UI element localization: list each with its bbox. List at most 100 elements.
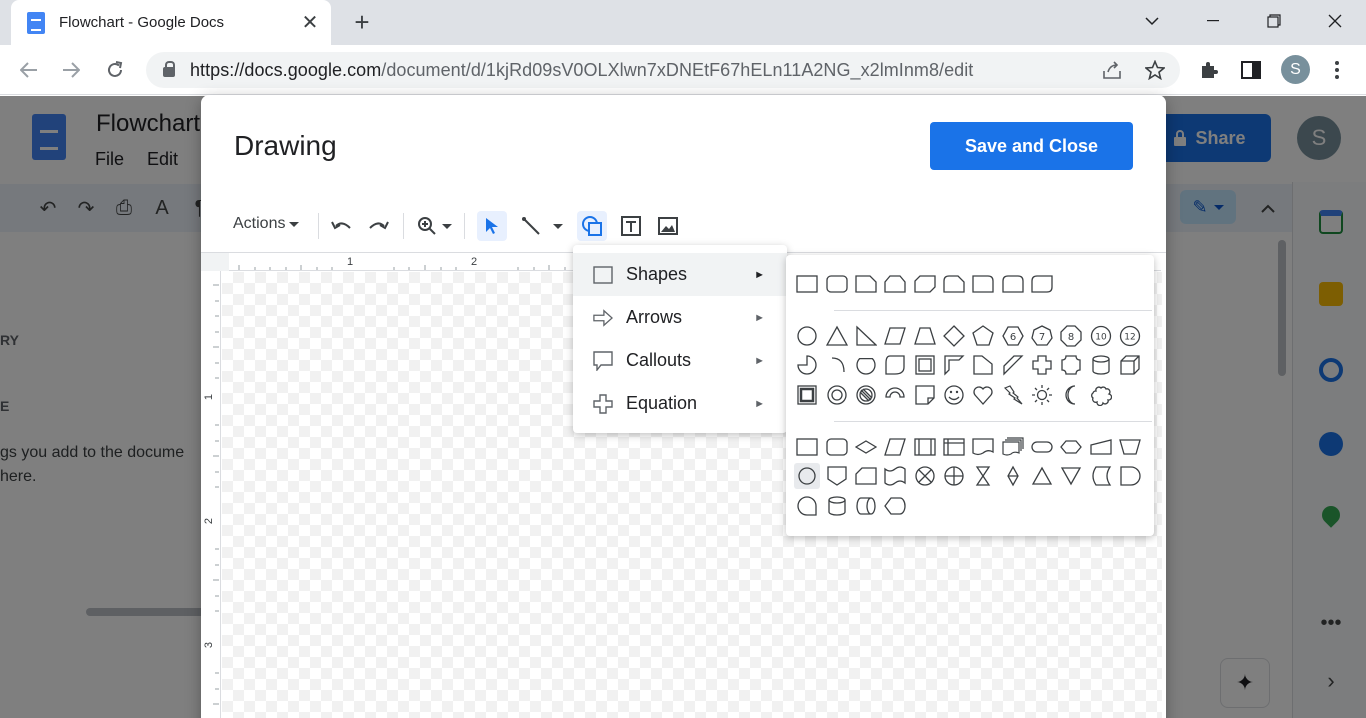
shape-half-frame-icon[interactable]: [941, 352, 967, 378]
shape-frame-icon[interactable]: [912, 352, 938, 378]
flowchart-internal-storage-icon[interactable]: [941, 434, 967, 460]
shape-smiley-face-icon[interactable]: [941, 382, 967, 408]
shape-round-single-corner-icon[interactable]: [970, 271, 996, 297]
shape-pie-icon[interactable]: [794, 352, 820, 378]
flowchart-merge-icon[interactable]: [1058, 463, 1084, 489]
shape-heart-icon[interactable]: [970, 382, 996, 408]
flowchart-preparation-icon[interactable]: [1058, 434, 1084, 460]
flowchart-alternate-process-icon[interactable]: [824, 434, 850, 460]
shape-decagon-icon[interactable]: 10: [1088, 323, 1114, 349]
minimize-icon[interactable]: [1190, 6, 1236, 36]
shape-heptagon-icon[interactable]: 7: [1029, 323, 1055, 349]
drawing-undo-icon[interactable]: [326, 211, 356, 241]
shape-diagonal-stripe-icon[interactable]: [1000, 352, 1026, 378]
shape-hexagon-icon[interactable]: 6: [1000, 323, 1026, 349]
flowchart-extract-icon[interactable]: [1029, 463, 1055, 489]
back-icon[interactable]: [14, 55, 44, 85]
shape-folded-corner-icon[interactable]: [912, 382, 938, 408]
shape-rounded-rectangle-icon[interactable]: [824, 271, 850, 297]
shape-cube-icon[interactable]: [1117, 352, 1143, 378]
shape-triangle-icon[interactable]: [824, 323, 850, 349]
line-tool-icon[interactable]: [516, 211, 546, 241]
drawing-redo-icon[interactable]: [364, 211, 394, 241]
flowchart-magnetic-disk-icon[interactable]: [824, 493, 850, 519]
shape-moon-icon[interactable]: [1058, 382, 1084, 408]
zoom-caret-icon[interactable]: [437, 211, 457, 241]
shape-snip-same-side-icon[interactable]: [882, 271, 908, 297]
new-tab-icon[interactable]: +: [348, 7, 376, 37]
flowchart-punched-tape-icon[interactable]: [882, 463, 908, 489]
reload-icon[interactable]: [100, 55, 130, 85]
shape-trapezoid-icon[interactable]: [912, 323, 938, 349]
flowchart-summing-junction-icon[interactable]: [912, 463, 938, 489]
shape-frame-round-icon[interactable]: [882, 352, 908, 378]
menu-item-shapes[interactable]: Shapes ►: [573, 253, 787, 296]
shape-chord-arc-icon[interactable]: [824, 352, 850, 378]
flowchart-decision-icon[interactable]: [853, 434, 879, 460]
shape-lightning-bolt-icon[interactable]: [1000, 382, 1026, 408]
text-box-tool-icon[interactable]: [616, 211, 646, 241]
flowchart-process-icon[interactable]: [794, 434, 820, 460]
shape-bevel-icon[interactable]: [794, 382, 820, 408]
shape-plaque-icon[interactable]: [1058, 352, 1084, 378]
flowchart-manual-operation-icon[interactable]: [1117, 434, 1143, 460]
shape-teardrop-icon[interactable]: [853, 352, 879, 378]
flowchart-direct-access-storage-icon[interactable]: [853, 493, 879, 519]
shape-tool-icon[interactable]: [577, 211, 607, 241]
flowchart-collate-icon[interactable]: [970, 463, 996, 489]
shape-block-arc-icon[interactable]: [882, 382, 908, 408]
flowchart-card-icon[interactable]: [853, 463, 879, 489]
flowchart-document-icon[interactable]: [970, 434, 996, 460]
flowchart-stored-data-icon[interactable]: [1088, 463, 1114, 489]
flowchart-sequential-access-storage-icon[interactable]: [794, 493, 820, 519]
chrome-profile-avatar[interactable]: S: [1281, 55, 1310, 84]
flowchart-multidocument-icon[interactable]: [1000, 434, 1026, 460]
menu-item-callouts[interactable]: Callouts ►: [573, 339, 787, 382]
shape-l-shape-icon[interactable]: [970, 352, 996, 378]
shape-snip-diagonal-icon[interactable]: [912, 271, 938, 297]
flowchart-predefined-process-icon[interactable]: [912, 434, 938, 460]
shape-round-diagonal-icon[interactable]: [1029, 271, 1055, 297]
menu-item-arrows[interactable]: Arrows ►: [573, 296, 787, 339]
line-caret-icon[interactable]: [548, 211, 568, 241]
actions-menu-button[interactable]: Actions: [233, 215, 300, 233]
tab-search-icon[interactable]: [1129, 6, 1175, 36]
close-window-icon[interactable]: [1312, 6, 1358, 36]
shape-round-same-side-icon[interactable]: [1000, 271, 1026, 297]
flowchart-or-icon[interactable]: [941, 463, 967, 489]
shape-pentagon-icon[interactable]: [970, 323, 996, 349]
shape-octagon-icon[interactable]: 8: [1058, 323, 1084, 349]
shape-can-icon[interactable]: [1088, 352, 1114, 378]
forward-icon[interactable]: [56, 55, 86, 85]
save-and-close-button[interactable]: Save and Close: [930, 122, 1133, 170]
shape-cross-icon[interactable]: [1029, 352, 1055, 378]
shape-rectangle-icon[interactable]: [794, 271, 820, 297]
shape-parallelogram-icon[interactable]: [882, 323, 908, 349]
lock-icon[interactable]: [163, 61, 175, 77]
shape-diamond-icon[interactable]: [941, 323, 967, 349]
shape-sun-icon[interactable]: [1029, 382, 1055, 408]
chrome-menu-icon[interactable]: [1322, 55, 1352, 85]
extensions-puzzle-icon[interactable]: [1194, 55, 1224, 85]
flowchart-display-icon[interactable]: [882, 493, 908, 519]
shape-snip-corner-rectangle-icon[interactable]: [853, 271, 879, 297]
flowchart-sort-icon[interactable]: [1000, 463, 1026, 489]
select-tool-icon[interactable]: [477, 211, 507, 241]
browser-tab[interactable]: Flowchart - Google Docs ✕: [11, 0, 331, 45]
side-panel-icon[interactable]: [1236, 55, 1266, 85]
shape-oval-icon[interactable]: [794, 323, 820, 349]
shape-dodecagon-icon[interactable]: 12: [1117, 323, 1143, 349]
shape-right-triangle-icon[interactable]: [853, 323, 879, 349]
flowchart-connector-icon[interactable]: [794, 463, 820, 489]
menu-item-equation[interactable]: Equation ►: [573, 382, 787, 425]
share-page-icon[interactable]: [1097, 55, 1127, 85]
shape-snip-round-icon[interactable]: [941, 271, 967, 297]
tab-close-icon[interactable]: ✕: [295, 8, 325, 38]
flowchart-terminator-icon[interactable]: [1029, 434, 1055, 460]
bookmark-star-icon[interactable]: [1140, 55, 1170, 85]
flowchart-manual-input-icon[interactable]: [1088, 434, 1114, 460]
shape-cloud-icon[interactable]: [1088, 382, 1114, 408]
restore-icon[interactable]: [1251, 6, 1297, 36]
flowchart-data-icon[interactable]: [882, 434, 908, 460]
shape-no-symbol-icon[interactable]: [853, 382, 879, 408]
